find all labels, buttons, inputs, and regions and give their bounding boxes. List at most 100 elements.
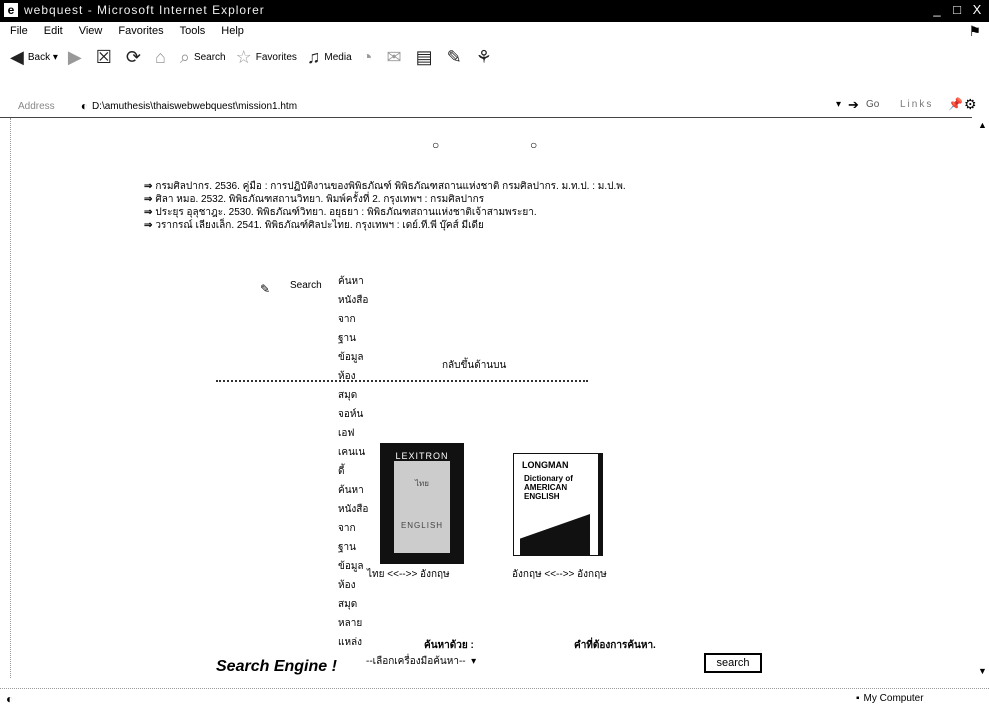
reference-text: กรมศิลปากร. 2536. คู่มือ : การปฏิบัติงาน… [155,181,626,192]
find-for-label: คำที่ต้องการค้นหา. [574,640,656,651]
library-link-kennedy[interactable]: ค้นหาหนังสือจากฐานข้อมูลห้องสมุดจอห์น เอ… [338,272,368,481]
library-link-multi[interactable]: ค้นหาหนังสือจากฐานข้อมูลห้องสมุดหลายแหล่… [338,481,368,652]
library-links: ค้นหาหนังสือจากฐานข้อมูลห้องสมุดจอห์น เอ… [338,272,368,652]
toolbar-separator [0,117,972,118]
reference-item: ⇒ วรากรณ์ เลียงเล็ก. 2541. พิพิธภัณฑ์ศิลป… [144,219,626,232]
address-dropdown-icon[interactable]: ▾ [836,99,841,110]
reference-text: วรากรณ์ เลียงเล็ก. 2541. พิพิธภัณฑ์ศิลปะ… [155,220,484,231]
home-icon: ⌂ [154,46,166,67]
arrow-bullet-icon: ⇒ [144,207,153,218]
vertical-scrollbar[interactable]: ▲ ▼ [975,118,989,678]
discuss-icon: ⚘ [475,46,492,67]
page-left-border [0,118,11,678]
reference-text: ศิลา หมอ. 2532. พิพิธภัณฑสถานวิทยา. พิมพ… [155,194,485,205]
back-button[interactable]: ◀ Back ▾ [10,47,58,68]
chevron-down-icon: ▾ [468,656,477,667]
computer-icon: ▪ [856,693,860,704]
mail-button[interactable]: ✉ [387,47,406,68]
back-to-top-link[interactable]: กลับขึ้นด้านบน [442,358,506,373]
menu-view[interactable]: View [79,25,103,37]
print-button[interactable]: ▤ [416,47,437,68]
history-icon: ◔ [361,46,373,67]
menu-edit[interactable]: Edit [44,25,63,37]
back-label: Back [27,51,51,63]
scroll-down-icon[interactable]: ▼ [978,666,987,676]
media-icon: ♫ [306,46,321,67]
select-value: --เลือกเครื่องมือค้นหา-- [366,656,466,667]
arrow-bullet-icon: ⇒ [144,194,153,205]
window-title: webquest - Microsoft Internet Explorer [24,3,265,17]
stop-button[interactable]: ☒ [96,47,116,68]
edit-button[interactable]: ✎ [447,47,466,68]
favorites-label: Favorites [255,51,297,63]
search-submit-button[interactable]: search [704,653,762,673]
media-label: Media [324,51,352,63]
pin-icon[interactable]: 📌 [948,97,963,111]
book-cover-text: ไทย [415,479,429,488]
address-label: Address [18,100,55,112]
search-engine-select[interactable]: --เลือกเครื่องมือค้นหา-- ▾ [366,654,476,669]
favorites-star-icon: ☆ [235,46,252,67]
close-button[interactable]: X [969,2,985,18]
forward-button[interactable]: ▶ [68,47,86,68]
ie-icon: e [4,3,18,17]
links-button[interactable]: Links [900,99,933,110]
refresh-button[interactable]: ⟳ [126,47,145,68]
go-arrow-icon[interactable]: ➔ [848,97,859,113]
book-cover-text: ENGLISH [400,521,444,530]
page-icon: ◐ [80,99,88,113]
search-label: Search [290,280,322,291]
refresh-icon: ⟳ [125,46,141,67]
dictionary-caption-thai-english[interactable]: ไทย <<-->> อังกฤษ [367,567,450,582]
status-bar: ◐ ▪ My Computer [0,688,989,707]
radio-row: ○ ○ [0,139,989,156]
book-title: Dictionary of AMERICAN ENGLISH [524,474,573,501]
toolbar-tool-icon[interactable]: ⚙ [964,96,977,113]
minimize-button[interactable]: _ [929,2,945,18]
menu-file[interactable]: File [10,25,28,37]
book-cover-graphic [520,514,590,555]
security-zone: ▪ My Computer [856,693,924,704]
menu-help[interactable]: Help [221,25,244,37]
go-button[interactable]: Go [866,99,879,110]
back-arrow-icon: ◀ [10,46,24,67]
search-icon: ⌕ [179,46,190,67]
address-input[interactable]: D:\amuthesis\thaiswebwebquest\mission1.h… [92,101,297,112]
search-term-input[interactable] [516,654,700,672]
radio-option-1[interactable]: ○ [432,139,442,151]
toolbar: ◀ Back ▾ ▶ ☒ ⟳ ⌂ ⌕ Search ☆ Favorites ♫ … [0,40,989,74]
home-button[interactable]: ⌂ [155,47,170,68]
longman-dictionary-link[interactable]: LONGMAN Dictionary of AMERICAN ENGLISH [513,453,603,556]
windows-logo-icon: ⚑ [968,23,981,39]
zone-label: My Computer [863,693,924,704]
maximize-button[interactable]: □ [949,2,965,18]
history-button[interactable]: ◔ [362,47,377,68]
reference-text: ประยุร อุลุชาฎะ. 2530. พิพิธภัณฑ์วิทยา. … [155,207,537,218]
book-cover-title: LEXITRON [395,451,449,461]
menu-tools[interactable]: Tools [180,25,206,37]
media-button[interactable]: ♫ Media [307,47,352,68]
forward-arrow-icon: ▶ [67,46,82,67]
arrow-bullet-icon: ⇒ [144,220,153,231]
edit-icon: ✎ [446,46,462,67]
dictionary-caption-english-english[interactable]: อังกฤษ <<-->> อังกฤษ [512,567,607,582]
dotted-divider [216,380,588,382]
favorites-button[interactable]: ☆ Favorites [236,47,297,68]
chevron-down-icon: ▾ [50,51,58,63]
reference-item: ⇒ กรมศิลปากร. 2536. คู่มือ : การปฏิบัติงา… [144,180,626,193]
lexitron-dictionary-link[interactable]: LEXITRON ไทย ENGLISH [380,443,464,564]
scroll-up-icon[interactable]: ▲ [978,120,987,130]
search-engine-label: Search Engine ! [216,658,337,675]
discuss-button[interactable]: ⚘ [476,47,496,68]
page-status-icon: ◐ [6,692,14,706]
book-brand: LONGMAN [522,460,569,470]
address-bar: Address ◐ D:\amuthesis\thaiswebwebquest\… [0,96,989,116]
print-icon: ▤ [415,46,433,67]
search-button[interactable]: ⌕ Search [180,47,226,68]
search-label: Search [193,51,226,63]
menu-favorites[interactable]: Favorites [118,25,163,37]
title-bar: e webquest - Microsoft Internet Explorer… [0,0,989,22]
stop-icon: ☒ [95,46,112,67]
reference-item: ⇒ ศิลา หมอ. 2532. พิพิธภัณฑสถานวิทยา. พิม… [144,193,626,206]
radio-option-2[interactable]: ○ [530,139,540,151]
